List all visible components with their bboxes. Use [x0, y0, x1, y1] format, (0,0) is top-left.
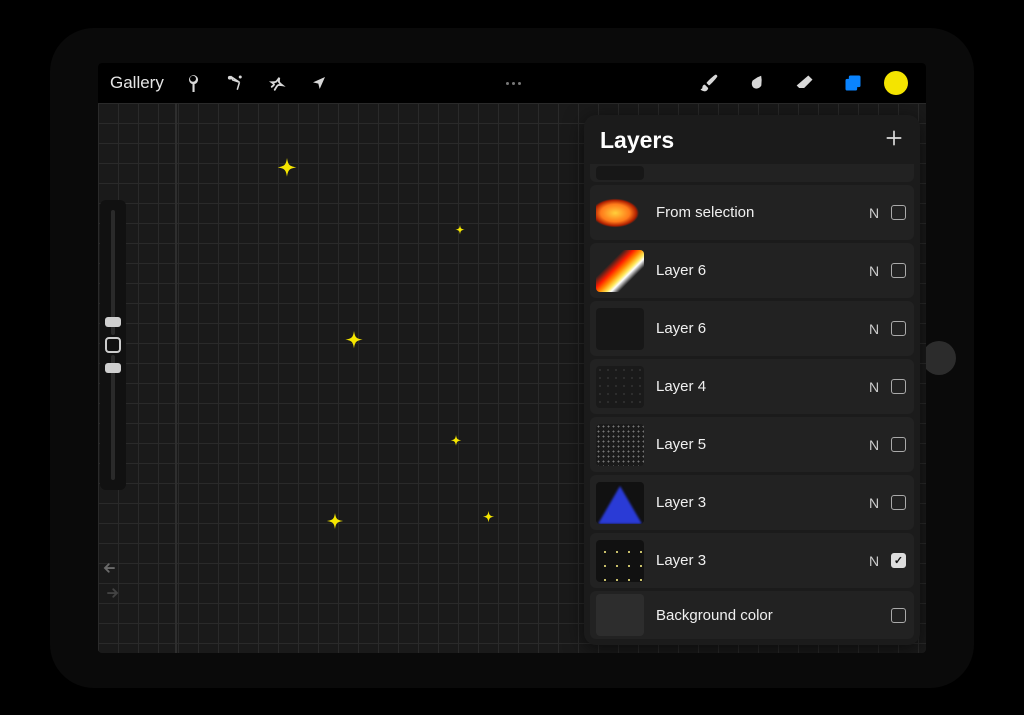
- selection-icon[interactable]: [260, 66, 294, 100]
- layer-row[interactable]: Layer 6 N: [590, 243, 914, 298]
- opacity-slider[interactable]: [111, 355, 115, 480]
- blend-mode-letter[interactable]: N: [865, 379, 883, 395]
- layer-thumbnail: [596, 594, 644, 636]
- add-layer-icon[interactable]: [884, 128, 904, 153]
- layer-name: Layer 4: [656, 378, 865, 395]
- eraser-icon[interactable]: [788, 66, 822, 100]
- slider-knob[interactable]: [105, 317, 121, 327]
- layer-thumbnail: [596, 192, 644, 234]
- visibility-checkbox[interactable]: [891, 495, 906, 510]
- layer-name: Layer 6: [656, 262, 865, 279]
- home-button[interactable]: [922, 341, 956, 375]
- layer-thumbnail: [596, 166, 644, 180]
- layer-thumbnail: [596, 540, 644, 582]
- layer-row[interactable]: Layer 6 N: [590, 301, 914, 356]
- layers-panel: Layers From selection N Layer 6: [584, 115, 920, 645]
- layer-row[interactable]: [590, 164, 914, 182]
- blend-mode-letter[interactable]: N: [865, 263, 883, 279]
- visibility-checkbox[interactable]: [891, 263, 906, 278]
- sparkle-icon: [448, 435, 464, 451]
- layer-thumbnail: [596, 366, 644, 408]
- side-slider-panel: [100, 200, 126, 490]
- sparkle-icon: [323, 513, 347, 537]
- modify-menu-icon[interactable]: [499, 82, 529, 85]
- layer-name: Layer 5: [656, 436, 865, 453]
- color-swatch[interactable]: [884, 71, 908, 95]
- layer-thumbnail: [596, 250, 644, 292]
- modify-button[interactable]: [105, 337, 121, 353]
- sparkle-icon: [480, 511, 497, 528]
- blend-mode-letter[interactable]: N: [865, 205, 883, 221]
- visibility-checkbox[interactable]: [891, 321, 906, 336]
- brush-icon[interactable]: [692, 66, 726, 100]
- visibility-checkbox[interactable]: [891, 379, 906, 394]
- sparkle-icon: [273, 158, 301, 186]
- layer-thumbnail: [596, 482, 644, 524]
- blend-mode-letter[interactable]: N: [865, 495, 883, 511]
- blend-mode-letter[interactable]: N: [865, 437, 883, 453]
- top-toolbar: Gallery: [98, 63, 926, 103]
- wrench-icon[interactable]: [176, 66, 210, 100]
- sparkle-icon: [453, 225, 467, 239]
- adjustments-icon[interactable]: [218, 66, 252, 100]
- layer-row[interactable]: Layer 3 N: [590, 475, 914, 530]
- visibility-checkbox[interactable]: [891, 437, 906, 452]
- visibility-checkbox[interactable]: [891, 608, 906, 623]
- transform-icon[interactable]: [302, 66, 336, 100]
- layer-name: Background color: [656, 607, 865, 624]
- app-screen: Gallery: [98, 63, 926, 653]
- visibility-checkbox[interactable]: [891, 553, 906, 568]
- layer-row[interactable]: Layer 4 N: [590, 359, 914, 414]
- undo-icon[interactable]: [102, 561, 120, 580]
- layer-row[interactable]: Layer 3 N: [590, 533, 914, 588]
- layer-name: From selection: [656, 204, 865, 221]
- layer-thumbnail: [596, 308, 644, 350]
- layer-thumbnail: [596, 424, 644, 466]
- layer-name: Layer 3: [656, 494, 865, 511]
- brush-size-slider[interactable]: [111, 210, 115, 335]
- layer-name: Layer 3: [656, 552, 865, 569]
- blend-mode-letter[interactable]: N: [865, 321, 883, 337]
- gallery-button[interactable]: Gallery: [110, 73, 164, 93]
- smudge-icon[interactable]: [740, 66, 774, 100]
- layers-list: From selection N Layer 6 N Layer 6 N: [584, 164, 920, 645]
- slider-knob[interactable]: [105, 363, 121, 373]
- layer-row[interactable]: Layer 5 N: [590, 417, 914, 472]
- layer-name: Layer 6: [656, 320, 865, 337]
- layers-icon[interactable]: [836, 66, 870, 100]
- layer-row-background[interactable]: Background color: [590, 591, 914, 639]
- blend-mode-letter[interactable]: N: [865, 553, 883, 569]
- tablet-frame: Gallery: [50, 28, 974, 688]
- canvas-edge: [175, 103, 177, 653]
- layer-row[interactable]: From selection N: [590, 185, 914, 240]
- redo-icon[interactable]: [102, 586, 120, 605]
- visibility-checkbox[interactable]: [891, 205, 906, 220]
- layers-title: Layers: [600, 127, 674, 154]
- sparkle-icon: [341, 331, 367, 357]
